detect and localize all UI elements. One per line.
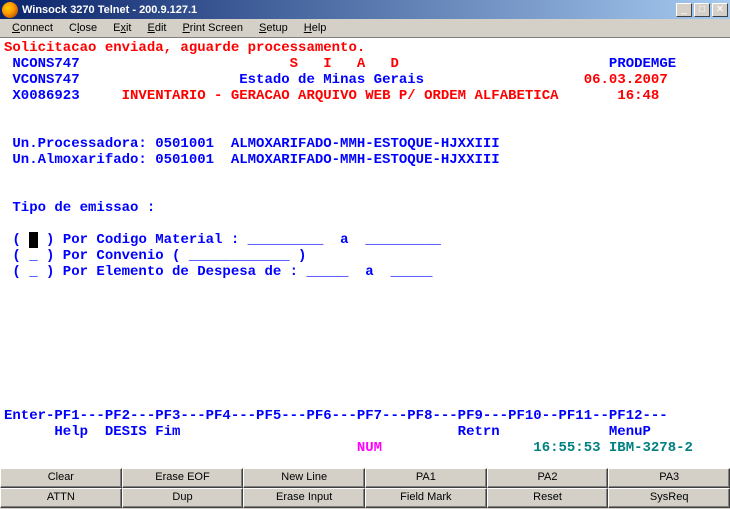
inventario-title: INVENTARIO - GERACAO ARQUIVO WEB P/ ORDE… [80,88,559,104]
menu-close[interactable]: Close [61,20,105,36]
menubar: Connect Close Exit Edit Print Screen Set… [0,19,730,38]
menu-print[interactable]: Print Screen [174,20,251,36]
pf-keys-row: Enter-PF1---PF2---PF3---PF4---PF5---PF6-… [4,408,668,424]
dup-button[interactable]: Dup [122,488,244,508]
pf-labels-row: Help DESIS Fim Retrn MenuP [4,424,651,440]
num-indicator: NUM [4,440,382,456]
prodemge-label: PRODEMGE [399,56,676,72]
option-convenio: ( _ ) Por Convenio ( ____________ ) [4,248,306,264]
titlebar: Winsock 3270 Telnet - 200.9.127.1 _ □ ✕ [0,0,730,19]
ncons-id: NCONS747 [4,56,80,72]
date-label: 06.03.2007 [424,72,668,88]
menu-edit[interactable]: Edit [139,20,174,36]
status-message: Solicitacao enviada, aguarde processamen… [4,40,365,56]
option-codigo-material: ) Por Codigo Material : _________ a ____… [38,232,441,248]
tipo-emissao-label: Tipo de emissao : [4,200,155,216]
un-almoxarifado: Un.Almoxarifado: 0501001 ALMOXARIFADO-MM… [4,152,500,168]
erase-input-button[interactable]: Erase Input [243,488,365,508]
close-button[interactable]: ✕ [712,3,728,17]
attn-button[interactable]: ATTN [0,488,122,508]
vcons-id: VCONS747 [4,72,80,88]
maximize-button[interactable]: □ [694,3,710,17]
status-line: 16:55:53 IBM-3278-2 [382,440,693,456]
time-label: 16:48 [559,88,660,104]
menu-exit[interactable]: Exit [105,20,139,36]
menu-help[interactable]: Help [296,20,335,36]
minimize-button[interactable]: _ [676,3,692,17]
button-row-1: Clear Erase EOF New Line PA1 PA2 PA3 [0,468,730,488]
estado-label: Estado de Minas Gerais [80,72,424,88]
erase-eof-button[interactable]: Erase EOF [122,468,244,488]
clear-button[interactable]: Clear [0,468,122,488]
sysreq-button[interactable]: SysReq [608,488,730,508]
new-line-button[interactable]: New Line [243,468,365,488]
pa1-button[interactable]: PA1 [365,468,487,488]
un-processadora: Un.Processadora: 0501001 ALMOXARIFADO-MM… [4,136,500,152]
reset-button[interactable]: Reset [487,488,609,508]
field-mark-button[interactable]: Field Mark [365,488,487,508]
button-row-2: ATTN Dup Erase Input Field Mark Reset Sy… [0,488,730,508]
option-elemento-despesa: ( _ ) Por Elemento de Despesa de : _____… [4,264,432,280]
menu-connect[interactable]: Connect [4,20,61,36]
window-title: Winsock 3270 Telnet - 200.9.127.1 [22,4,676,16]
xcode: X0086923 [4,88,80,104]
menu-setup[interactable]: Setup [251,20,296,36]
app-icon [2,2,18,18]
pa3-button[interactable]: PA3 [608,468,730,488]
terminal-screen[interactable]: Solicitacao enviada, aguarde processamen… [0,38,730,468]
pa2-button[interactable]: PA2 [487,468,609,488]
terminal-cursor[interactable] [29,232,37,248]
